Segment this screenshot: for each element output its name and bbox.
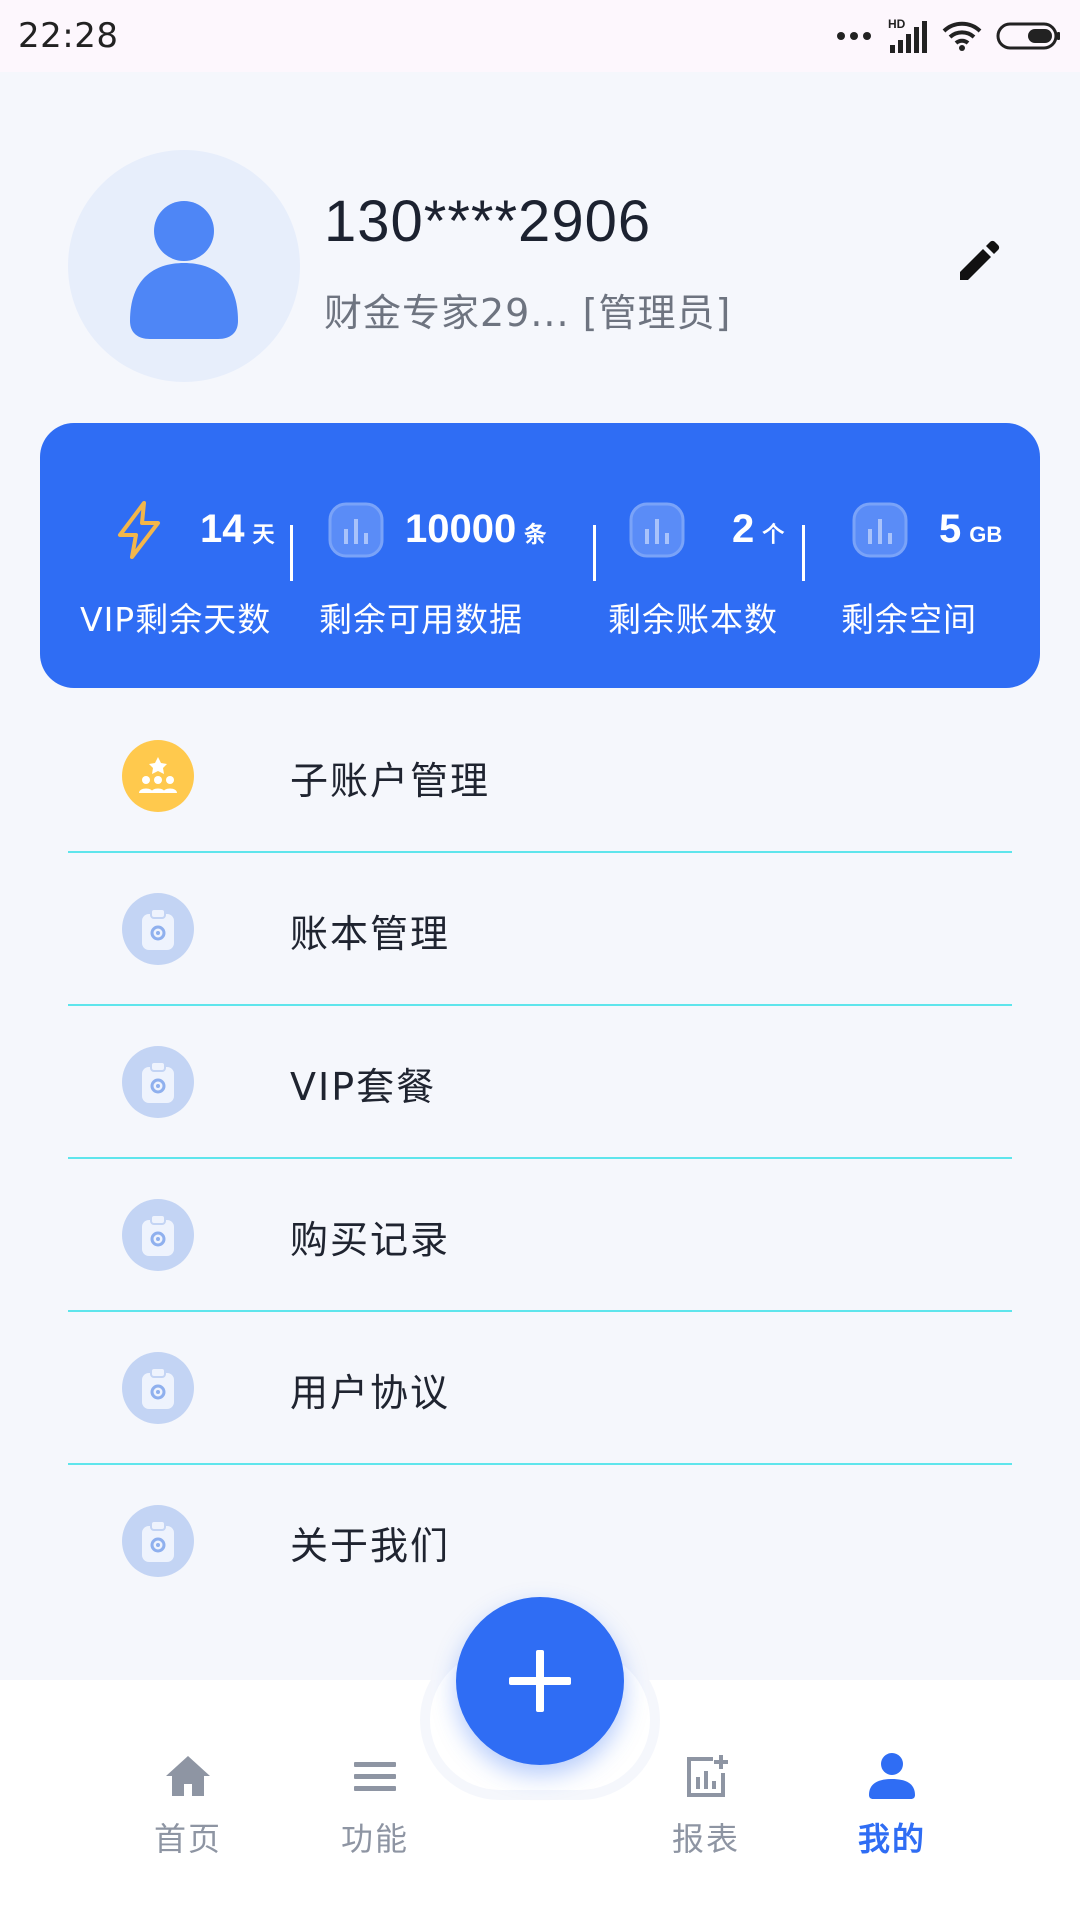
nav-label: 首页 [153, 1820, 222, 1858]
nav-item-reports[interactable]: 报表 [636, 1746, 776, 1860]
home-icon [118, 1746, 258, 1806]
menu-item-user-agreement[interactable]: 用户协议 [68, 1312, 1012, 1465]
stat-unit: 条 [524, 522, 547, 547]
menu-item-label: VIP套餐 [290, 1065, 437, 1109]
signal-icon: HD [886, 17, 928, 55]
menu-list: 子账户管理 账本管理 VIP套餐 购买记录 用户协议 关于我们 [0, 700, 1080, 1618]
menu-item-label: 关于我们 [290, 1524, 451, 1568]
user-icon [130, 201, 238, 339]
nav-item-mine[interactable]: 我的 [822, 1746, 962, 1860]
menu-item-vip-plan[interactable]: VIP套餐 [68, 1006, 1012, 1159]
menu-item-label: 用户协议 [290, 1371, 451, 1415]
menu-item-label: 购买记录 [290, 1218, 451, 1262]
bar-chart-icon [628, 501, 686, 563]
stat-label: 剩余账本数 [608, 600, 778, 639]
stat-remaining-books[interactable]: 2个 剩余账本数 [596, 423, 804, 688]
stats-card: 14 天 VIP剩余天数 10000 条 剩余可用数据 2 个 剩余账本数 5 … [40, 423, 1040, 688]
stat-unit: 天 [252, 522, 275, 547]
clipboard-gear-icon [122, 1505, 194, 1577]
menu-item-purchase-history[interactable]: 购买记录 [68, 1159, 1012, 1312]
stat-value: 5 [939, 507, 962, 551]
menu-item-account-books[interactable]: 账本管理 [68, 853, 1012, 1006]
person-icon [822, 1746, 962, 1806]
wifi-icon [942, 20, 982, 52]
profile-header: 130****2906 财金专家29... [管理员] [0, 72, 1080, 422]
add-button[interactable] [456, 1597, 624, 1765]
stat-label: 剩余可用数据 [319, 600, 523, 639]
hd-label: HD [888, 17, 906, 31]
nav-item-functions[interactable]: 功能 [305, 1746, 445, 1860]
stat-remaining-data[interactable]: 10000 条 剩余可用数据 [293, 423, 593, 688]
avatar[interactable] [68, 150, 300, 382]
stat-vip-days[interactable]: 14 天 VIP剩余天数 [40, 423, 290, 688]
status-bar: 22:28 HD [0, 0, 1080, 72]
stat-unit: 个 [762, 522, 785, 547]
user-role: 财金专家29... [管理员] [324, 291, 732, 335]
team-icon [122, 740, 194, 812]
menu-item-sub-accounts[interactable]: 子账户管理 [68, 700, 1012, 853]
menu-lines-icon [305, 1746, 445, 1806]
edit-profile-button[interactable] [948, 230, 1008, 290]
bar-chart-icon [851, 501, 909, 563]
pencil-icon [960, 240, 1000, 280]
status-icons: HD [836, 17, 1062, 55]
clipboard-gear-icon [122, 893, 194, 965]
stat-value: 2 [732, 507, 755, 551]
nav-label: 我的 [857, 1820, 926, 1858]
stat-remaining-space[interactable]: 5 GB 剩余空间 [805, 423, 1040, 688]
stat-label: 剩余空间 [841, 600, 977, 639]
bar-chart-icon [327, 501, 385, 563]
menu-item-label: 子账户管理 [290, 759, 491, 803]
report-chart-icon [636, 1746, 776, 1806]
menu-item-about-us[interactable]: 关于我们 [68, 1465, 1012, 1618]
status-time: 22:28 [18, 16, 119, 56]
battery-icon [996, 21, 1062, 51]
stat-value: 10000 [405, 507, 517, 551]
menu-item-label: 账本管理 [290, 912, 451, 956]
stat-unit: GB [969, 522, 1003, 547]
plus-icon [509, 1650, 571, 1712]
nav-label: 报表 [671, 1820, 740, 1858]
lightning-icon [114, 501, 164, 563]
clipboard-gear-icon [122, 1046, 194, 1118]
clipboard-gear-icon [122, 1199, 194, 1271]
nav-label: 功能 [340, 1820, 409, 1858]
more-dots-icon [836, 30, 872, 42]
stat-label: VIP剩余天数 [80, 600, 272, 639]
user-phone: 130****2906 [324, 189, 652, 254]
clipboard-gear-icon [122, 1352, 194, 1424]
nav-item-home[interactable]: 首页 [118, 1746, 258, 1860]
stat-value: 14 [200, 507, 245, 551]
